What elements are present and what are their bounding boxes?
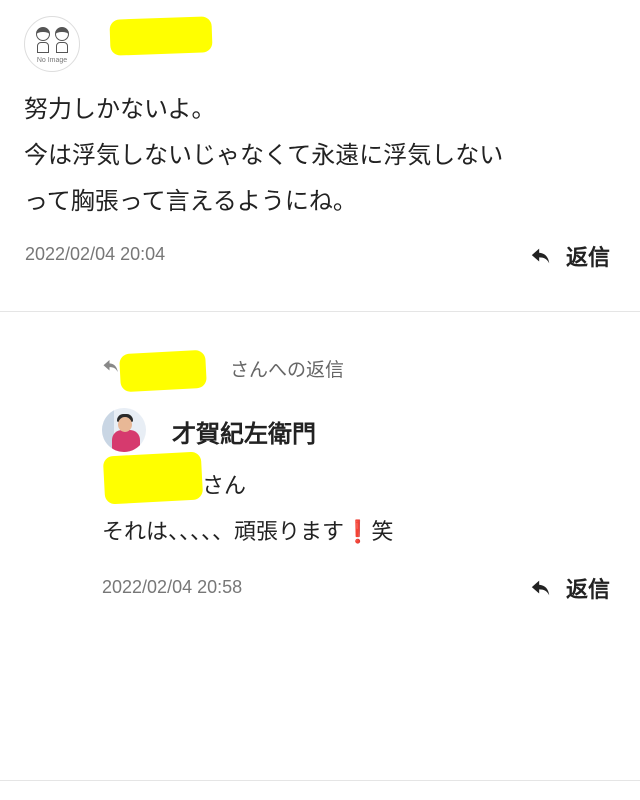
avatar-photo-shirt — [112, 430, 140, 452]
user-avatar[interactable] — [102, 408, 146, 452]
reply-text-tail: 笑 — [371, 520, 394, 545]
divider — [0, 780, 640, 781]
reply-text-line: それは、、、、、頑張ります❗笑 — [102, 510, 622, 556]
reply-button[interactable]: 返信 — [530, 572, 610, 604]
girl-body-shape — [56, 42, 68, 53]
reply-arrow-icon — [530, 245, 552, 267]
no-image-avatar[interactable]: No Image — [24, 16, 80, 72]
reply-arrow-icon — [530, 577, 552, 599]
avatar-placeholder-text: No Image — [36, 57, 68, 64]
divider — [0, 311, 640, 312]
comment-timestamp: 2022/02/04 20:04 — [25, 244, 166, 264]
reply-body: さん それは、、、、、頑張ります❗笑 — [102, 464, 622, 556]
boy-body-shape — [37, 42, 49, 53]
redacted-username — [109, 16, 213, 56]
reply-button-label: 返信 — [566, 246, 611, 271]
boy-icon — [36, 27, 50, 41]
comment-line: 今は浮気しないじゃなくて永遠に浮気しない — [24, 141, 504, 169]
mention-suffix: さん — [202, 474, 247, 499]
reply-button[interactable]: 返信 — [530, 240, 610, 272]
comment-body: 努力しかないよ。 今は浮気しないじゃなくて永遠に浮気しない って胸張って言えるよ… — [24, 86, 620, 224]
reply-arrow-icon — [102, 357, 120, 380]
reply-author-name[interactable]: 才賀紀左衛門 — [172, 414, 316, 449]
reply-timestamp: 2022/02/04 20:58 — [102, 577, 243, 597]
reply-to-label: さんへの返信 — [230, 359, 345, 381]
reply-button-label: 返信 — [566, 578, 611, 603]
comment-item: No Image 努力しかないよ。 今は浮気しないじゃなくて永遠に浮気しない っ… — [0, 0, 640, 312]
reply-text: それは、、、、、頑張ります — [102, 520, 345, 545]
comment-line: って胸張って言えるようにね。 — [24, 187, 357, 215]
exclamation-icon: ❗ — [344, 520, 372, 545]
avatar-photo-face — [118, 417, 132, 432]
girl-icon — [55, 27, 69, 41]
redacted-username — [119, 349, 207, 393]
mention-line: さん — [102, 464, 622, 510]
comment-line: 努力しかないよ。 — [24, 95, 216, 123]
